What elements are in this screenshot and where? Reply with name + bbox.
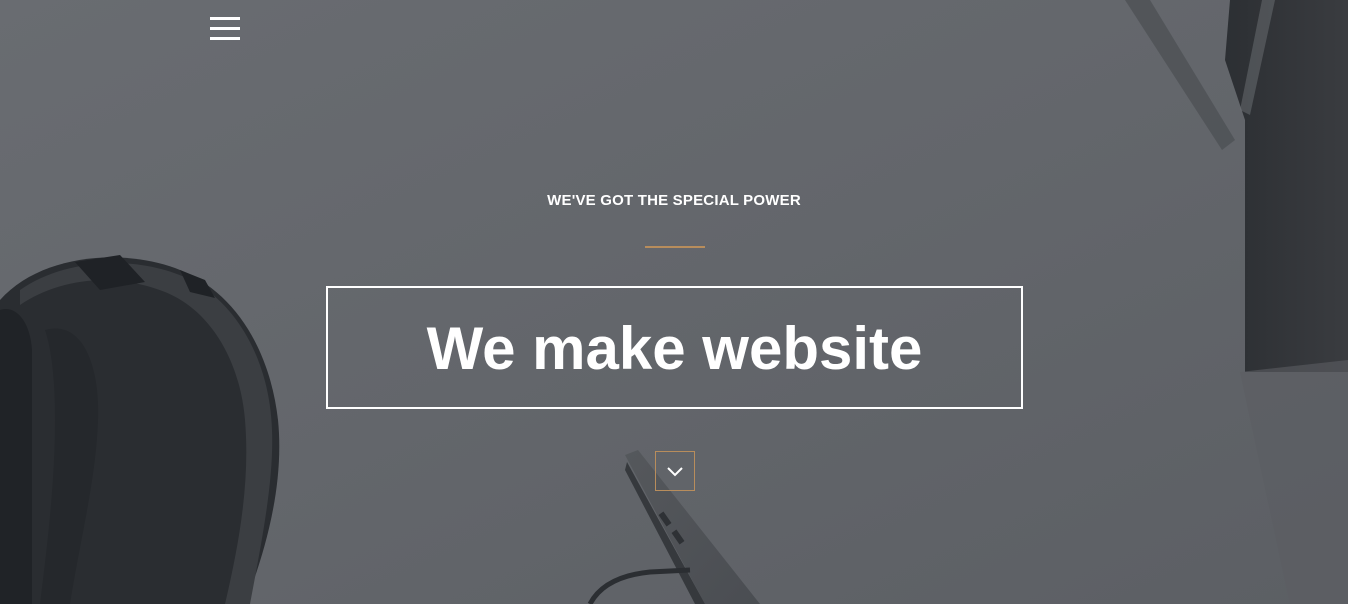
headline-frame: We make website [326,286,1023,409]
hero-tagline: WE'VE GOT THE SPECIAL POWER [547,192,801,209]
accent-divider [645,246,705,248]
chevron-down-icon [667,467,683,477]
hero-section: WE'VE GOT THE SPECIAL POWER We make webs… [0,0,1348,604]
scroll-down-button[interactable] [655,451,695,491]
menu-bar-bottom [210,37,240,40]
menu-button[interactable] [210,17,240,43]
hero-headline: We make website [426,314,923,382]
menu-bar-top [210,17,240,20]
menu-bar-middle [210,27,240,30]
